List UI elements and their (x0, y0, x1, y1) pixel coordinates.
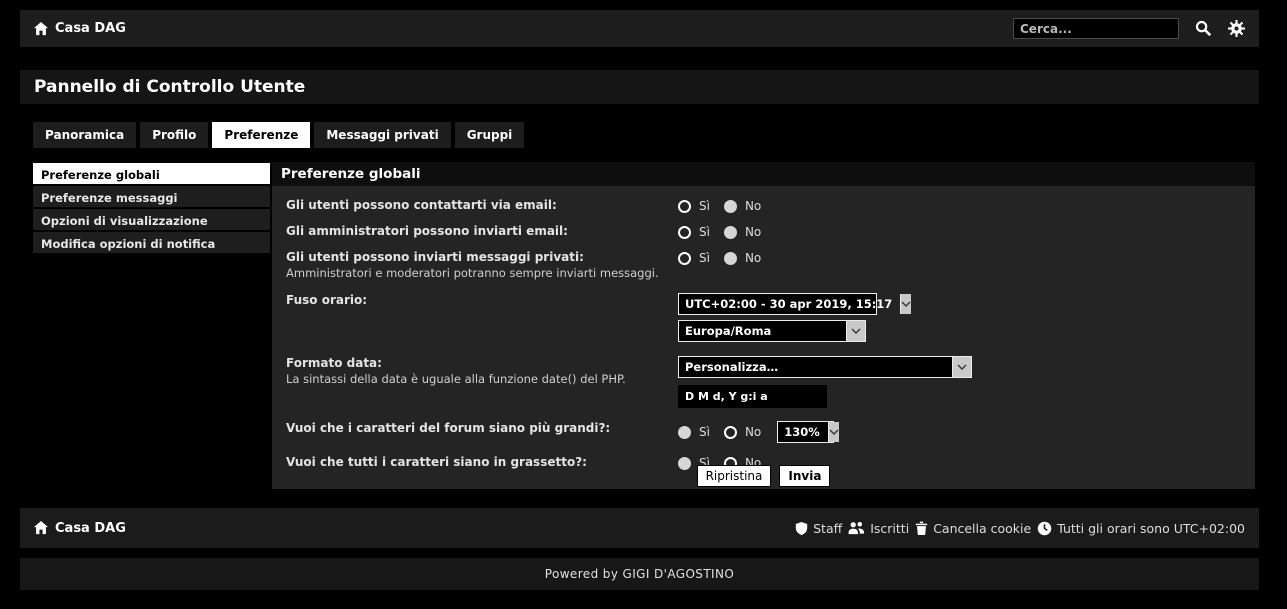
field-sublabel: La sintassi della data è uguale alla fun… (286, 372, 678, 386)
select-value: Europa/Roma (679, 321, 779, 341)
ucp-tabs: Panoramica Profilo Preferenze Messaggi p… (33, 122, 524, 148)
sidebar-item-opzioni-visualizzazione[interactable]: Opzioni di visualizzazione (33, 209, 270, 232)
date-format-select[interactable]: Personalizza… (678, 356, 972, 378)
home-icon (34, 521, 48, 535)
radio-label-no: No (745, 251, 761, 265)
sidebar-item-preferenze-messaggi[interactable]: Preferenze messaggi (33, 186, 270, 209)
members-label: Iscritti (870, 521, 909, 536)
gear-icon[interactable] (1228, 20, 1245, 37)
form-row-admin-email: Gli amministratori possono inviarti emai… (286, 224, 1241, 240)
radio-si[interactable] (678, 226, 691, 239)
footer-bar: Casa DAG Staff Iscritti (20, 508, 1259, 548)
tab-profilo[interactable]: Profilo (140, 122, 208, 148)
trash-icon (915, 521, 928, 536)
tab-messaggi-privati[interactable]: Messaggi privati (314, 122, 450, 148)
radio-label-si: Sì (699, 425, 710, 439)
field-sublabel: Amministratori e moderatori potranno sem… (286, 266, 678, 280)
timezone-select[interactable]: UTC+02:00 - 30 apr 2019, 15:17 (678, 293, 877, 315)
chevron-down-icon (828, 422, 839, 442)
home-icon (34, 22, 48, 36)
radio-group: Sì No (678, 250, 767, 266)
radio-group: Sì No (678, 424, 767, 440)
field-label: Formato data: (286, 356, 678, 371)
radio-label-no: No (745, 425, 761, 439)
chevron-down-icon (952, 357, 971, 377)
reset-button[interactable]: Ripristina (697, 465, 772, 487)
page: Casa DAG (0, 0, 1287, 609)
delete-cookies-label: Cancella cookie (933, 521, 1031, 536)
chevron-down-icon (900, 294, 911, 314)
sidebar-item-preferenze-globali[interactable]: Preferenze globali (33, 163, 270, 186)
font-size-select[interactable]: 130% (777, 421, 834, 443)
select-value: 130% (778, 422, 828, 442)
delete-cookies-link[interactable]: Cancella cookie (915, 521, 1031, 536)
radio-no[interactable] (724, 226, 737, 239)
select-value: Personalizza… (679, 357, 786, 377)
powered-strip: Powered by GIGI D'AGOSTINO (20, 558, 1259, 590)
radio-label-si: Sì (699, 225, 710, 239)
radio-group: Sì No (678, 198, 767, 214)
field-label: Vuoi che i caratteri del forum siano più… (286, 421, 678, 436)
main-panel: Preferenze globali Gli utenti possono co… (272, 162, 1255, 489)
shield-icon (795, 521, 808, 536)
chevron-down-icon (846, 321, 865, 341)
field-label: Gli amministratori possono inviarti emai… (286, 224, 678, 239)
sidebar-item-opzioni-notifica[interactable]: Modifica opzioni di notifica (33, 232, 270, 255)
radio-si[interactable] (678, 252, 691, 265)
preferences-form: Gli utenti possono contattarti via email… (272, 186, 1255, 489)
timezone-note: Tutti gli orari sono UTC+02:00 (1037, 521, 1245, 536)
top-navbar: Casa DAG (20, 10, 1259, 47)
radio-si[interactable] (678, 200, 691, 213)
panel-title: Preferenze globali (272, 162, 1255, 186)
radio-label-si: Sì (699, 199, 710, 213)
staff-link[interactable]: Staff (795, 521, 842, 536)
tab-panoramica[interactable]: Panoramica (33, 122, 136, 148)
tab-gruppi[interactable]: Gruppi (455, 122, 525, 148)
form-row-date-format: Formato data: La sintassi della data è u… (286, 356, 1241, 408)
search-icon[interactable] (1195, 20, 1212, 37)
page-title-band: Pannello di Controllo Utente (20, 70, 1259, 104)
radio-label-si: Sì (699, 251, 710, 265)
radio-si[interactable] (678, 426, 691, 439)
form-row-contact-email: Gli utenti possono contattarti via email… (286, 198, 1241, 214)
custom-date-format-input[interactable] (678, 385, 827, 408)
field-label: Fuso orario: (286, 293, 678, 308)
radio-label-no: No (745, 199, 761, 213)
home-label: Casa DAG (55, 21, 126, 36)
field-label: Gli utenti possono inviarti messaggi pri… (286, 250, 678, 265)
form-row-timezone: Fuso orario: UTC+02:00 - 30 apr 2019, 15… (286, 293, 1241, 342)
users-icon (848, 521, 865, 535)
clock-icon (1037, 521, 1052, 536)
field-label: Gli utenti possono contattarti via email… (286, 198, 678, 213)
powered-label: Powered by GIGI D'AGOSTINO (545, 567, 734, 581)
tab-preferenze[interactable]: Preferenze (212, 122, 310, 148)
search-input[interactable] (1013, 18, 1179, 39)
radio-no[interactable] (724, 252, 737, 265)
radio-label-no: No (745, 225, 761, 239)
home-link[interactable]: Casa DAG (34, 21, 126, 36)
footer-home-label: Casa DAG (55, 521, 126, 536)
page-title: Pannello di Controllo Utente (34, 77, 305, 97)
form-actions: Ripristina Invia (272, 465, 1255, 487)
staff-label: Staff (813, 521, 842, 536)
radio-group: Sì No (678, 224, 767, 240)
ucp-sidebar: Preferenze globali Preferenze messaggi O… (33, 163, 270, 255)
radio-no[interactable] (724, 200, 737, 213)
form-row-font-size: Vuoi che i caratteri del forum siano più… (286, 421, 1241, 443)
footer-home-link[interactable]: Casa DAG (34, 521, 126, 536)
submit-button[interactable]: Invia (779, 465, 830, 487)
form-row-private-messages: Gli utenti possono inviarti messaggi pri… (286, 250, 1241, 280)
select-value: UTC+02:00 - 30 apr 2019, 15:17 (679, 294, 900, 314)
members-link[interactable]: Iscritti (848, 521, 909, 536)
timezone-note-label: Tutti gli orari sono UTC+02:00 (1057, 521, 1245, 536)
radio-no[interactable] (724, 426, 737, 439)
timezone-city-select[interactable]: Europa/Roma (678, 320, 866, 342)
